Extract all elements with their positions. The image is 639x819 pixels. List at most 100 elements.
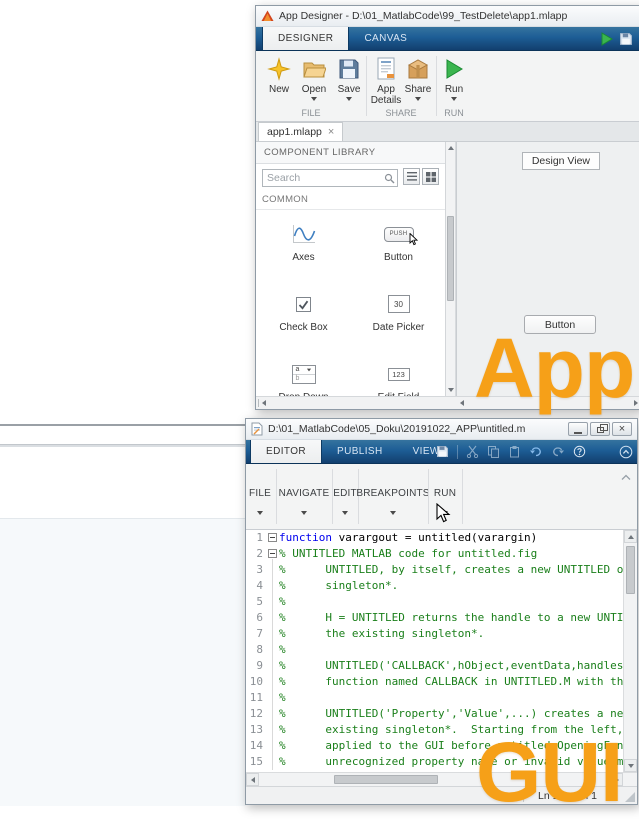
code-lines[interactable]: 1 function varargout = untitled(varargin)… (246, 530, 623, 772)
design-view-button[interactable]: Design View (521, 152, 600, 170)
scroll-down-icon[interactable] (448, 388, 454, 392)
component-axes[interactable]: Axes (256, 210, 351, 280)
minimize-icon (574, 431, 582, 434)
dropdown-arrow-icon[interactable] (257, 511, 263, 515)
scroll-right-button[interactable] (610, 773, 623, 786)
component-library-header: COMPONENT LIBRARY (256, 142, 445, 164)
component-check-box[interactable]: Check Box (256, 280, 351, 350)
canvas-button-widget[interactable]: Button (524, 315, 596, 334)
status-col: Col 1 (572, 789, 597, 802)
cut-icon[interactable] (466, 445, 479, 458)
component-drop-down[interactable]: a b Drop Down (256, 350, 351, 396)
cursor-icon (409, 231, 418, 248)
save-button[interactable]: Save (332, 56, 366, 101)
scroll-left-button[interactable] (246, 773, 259, 786)
component-search-row (256, 164, 445, 190)
component-label: Date Picker (372, 322, 425, 333)
line-number: 10 (249, 675, 263, 688)
open-dropdown-icon[interactable] (311, 97, 317, 101)
dropdown-arrow-icon[interactable] (390, 511, 396, 515)
dropdown-arrow-icon[interactable] (342, 511, 348, 515)
resize-grip[interactable] (625, 792, 635, 802)
background-window-edge (0, 444, 245, 447)
date-picker-icon: 30 (387, 289, 410, 319)
dropdown-arrow-icon[interactable] (442, 511, 448, 515)
close-icon[interactable]: × (328, 126, 334, 138)
code-text: % UNTITLED('Property','Value',...) creat… (279, 707, 623, 720)
new-button[interactable]: New (262, 56, 296, 95)
scroll-left-icon[interactable] (460, 400, 464, 406)
quick-save-icon[interactable] (619, 32, 633, 46)
component-edit-field[interactable]: 123 Edit Field (351, 350, 445, 396)
run-dropdown-icon[interactable] (451, 97, 457, 101)
library-view-buttons (403, 168, 439, 185)
run-button[interactable]: Run (438, 56, 470, 101)
code-line: 1 function varargout = untitled(varargin) (246, 530, 623, 546)
document-tab-label: app1.mlapp (267, 126, 322, 138)
dropdown-arrow-icon[interactable] (301, 511, 307, 515)
editor-hscrollbar[interactable] (246, 772, 637, 786)
tab-designer[interactable]: DESIGNER (262, 27, 350, 50)
scroll-right-icon[interactable] (634, 400, 638, 406)
component-date-picker[interactable]: 30 Date Picker (351, 280, 445, 350)
code-text: % UNTITLED('CALLBACK',hObject,eventData,… (279, 659, 623, 672)
redo-icon[interactable] (551, 445, 565, 458)
scrollbar-thumb[interactable] (626, 546, 635, 594)
scroll-up-button[interactable] (624, 530, 637, 543)
tab-canvas[interactable]: CANVAS (349, 27, 422, 50)
share-button[interactable]: Share (400, 56, 436, 101)
scrollbar-thumb[interactable] (447, 216, 454, 301)
document-tab-app1[interactable]: app1.mlapp × (258, 122, 344, 141)
app-designer-hscrollbar[interactable] (256, 396, 639, 409)
line-number: 6 (256, 611, 263, 624)
fold-collapse-icon[interactable] (268, 533, 277, 542)
file-group-label: FILE (301, 108, 321, 118)
ribbon-group-file[interactable]: FILE (246, 464, 274, 529)
grid-view-button[interactable] (422, 168, 439, 185)
copy-icon[interactable] (487, 445, 500, 458)
line-number: 1 (256, 531, 263, 544)
ribbon-collapse-icon[interactable] (621, 468, 631, 486)
scrollbar-thumb[interactable] (334, 775, 438, 784)
ribbon-group-edit[interactable]: EDIT (333, 464, 357, 529)
close-button[interactable]: × (612, 422, 632, 436)
app-details-button[interactable]: App Details (368, 56, 404, 106)
undo-icon[interactable] (529, 445, 543, 458)
fold-collapse-icon[interactable] (268, 549, 277, 558)
minimize-button[interactable] (568, 422, 588, 436)
scroll-left-icon[interactable] (262, 400, 266, 406)
share-label: Share (404, 84, 432, 95)
share-dropdown-icon[interactable] (415, 97, 421, 101)
paste-icon[interactable] (508, 445, 521, 458)
tab-editor[interactable]: EDITOR (250, 440, 322, 463)
component-library-scrollbar[interactable] (446, 142, 456, 396)
code-editor[interactable]: 1 function varargout = untitled(varargin)… (246, 530, 637, 772)
fold-guide-line (272, 559, 273, 770)
ribbon-group-run[interactable]: RUN (430, 464, 460, 529)
design-canvas[interactable]: Design View Button (456, 142, 639, 396)
ribbon-group-breakpoints[interactable]: BREAKPOINTS (356, 464, 429, 529)
new-label: New (268, 84, 289, 95)
tab-publish[interactable]: PUBLISH (322, 440, 398, 463)
save-dropdown-icon[interactable] (346, 97, 352, 101)
scroll-down-button[interactable] (624, 759, 637, 772)
quick-save-icon[interactable] (436, 445, 449, 458)
help-icon[interactable] (573, 445, 586, 458)
scroll-up-icon[interactable] (448, 146, 454, 150)
app-designer-titlebar[interactable]: App Designer - D:\01_MatlabCode\99_TestD… (256, 6, 639, 27)
open-button[interactable]: Open (296, 56, 332, 101)
ribbon-group-navigate[interactable]: NAVIGATE (278, 464, 330, 529)
editor-vscrollbar[interactable] (623, 530, 637, 772)
matlab-editor-window: D:\01_MatlabCode\05_Doku\20191022_APP\un… (245, 418, 638, 805)
editor-toolstrip-tabs: EDITOR PUBLISH VIEW (246, 440, 637, 464)
toolstrip-collapse-icon[interactable] (619, 445, 633, 459)
group-label: FILE (249, 488, 271, 499)
component-button[interactable]: PUSH Button (351, 210, 445, 280)
quick-run-icon[interactable] (600, 31, 614, 46)
restore-button[interactable] (590, 422, 610, 436)
list-view-button[interactable] (403, 168, 420, 185)
editor-titlebar[interactable]: D:\01_MatlabCode\05_Doku\20191022_APP\un… (246, 419, 637, 440)
fold-column[interactable] (266, 530, 279, 546)
window-title: D:\01_MatlabCode\05_Doku\20191022_APP\un… (268, 423, 526, 435)
component-search-input[interactable] (262, 169, 398, 187)
